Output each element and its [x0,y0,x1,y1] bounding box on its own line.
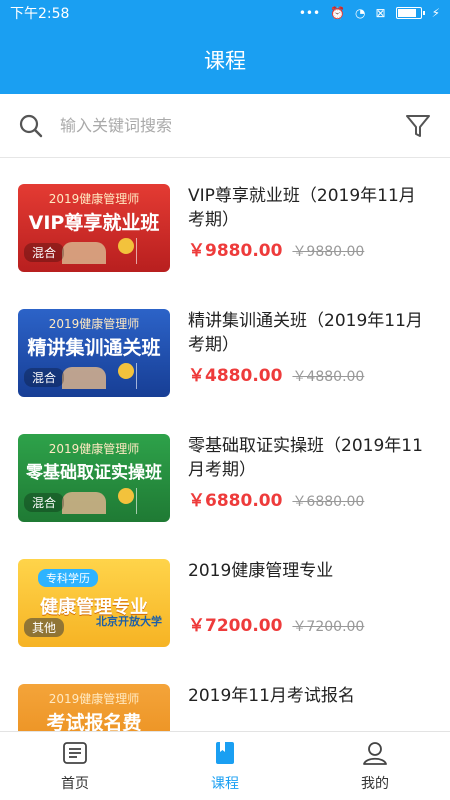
course-title[interactable]: 零基础取证实操班（2019年11月考期） [188,434,432,486]
course-title[interactable]: 2019健康管理专业 [188,559,432,611]
tab-label: 我的 [361,776,389,792]
tab-label: 课程 [211,776,239,792]
thumb-tag: 其他 [24,618,65,637]
alarm-icon: ⏰ [330,6,346,20]
course-item[interactable]: 专科学历 健康管理专业 其他 北京开放大学 2019健康管理专业 ￥7200.0… [0,533,450,658]
status-bar: 下午2:58 ••• ⏰ ◔ ⊠ ⚡ [0,0,450,26]
thumb-school: 北京开放大学 [96,615,162,628]
course-thumbnail[interactable]: 专科学历 健康管理专业 其他 北京开放大学 [18,559,170,647]
charging-icon: ⚡ [431,6,440,20]
course-thumbnail[interactable]: 2019健康管理师 考试报名费 [18,684,170,731]
course-original-price: ￥6880.00 [292,494,365,510]
tab-profile[interactable]: 我的 [300,732,450,800]
people-image [62,492,106,514]
search-icon[interactable] [18,113,44,139]
thumb-title: 精讲集训通关班 [27,337,161,359]
new-badge-icon [118,363,134,379]
wifi-icon: ◔ [355,6,366,20]
new-badge-icon [118,238,134,254]
bottom-tab-bar: 首页 课程 我的 [0,731,450,800]
course-thumbnail[interactable]: 2019健康管理师 零基础取证实操班 混合 [18,434,170,522]
course-price: ￥6880.00 [188,491,283,511]
page-title: 课程 [204,49,246,73]
search-input[interactable] [60,116,404,135]
course-price: ￥7200.00 [188,616,283,636]
course-item[interactable]: 2019健康管理师 零基础取证实操班 混合 零基础取证实操班（2019年11月考… [0,408,450,533]
course-item[interactable]: 2019健康管理师 VIP尊享就业班 混合 VIP尊享就业班（2019年11月考… [0,158,450,283]
course-list[interactable]: 2019健康管理师 VIP尊享就业班 混合 VIP尊享就业班（2019年11月考… [0,158,450,731]
sim-icon: ⊠ [375,6,386,20]
tab-home[interactable]: 首页 [0,732,150,800]
course-original-price: ￥7200.00 [292,619,365,635]
battery-icon [395,7,425,19]
user-icon [363,742,387,765]
thumb-subtitle: 2019健康管理师 [48,317,140,331]
filter-icon[interactable] [404,112,432,140]
course-item[interactable]: 2019健康管理师 精讲集训通关班 混合 精讲集训通关班（2019年11月考期）… [0,283,450,408]
course-thumbnail[interactable]: 2019健康管理师 精讲集训通关班 混合 [18,309,170,397]
tab-label: 首页 [61,776,89,792]
app-bar: 课程 [0,26,450,94]
people-image [62,367,106,389]
book-icon [216,742,234,764]
course-price: ￥9880.00 [188,241,283,261]
people-image [62,242,106,264]
course-title[interactable]: VIP尊享就业班（2019年11月考期） [188,184,432,236]
course-title[interactable]: 2019年11月考试报名 [188,684,432,731]
thumb-tag: 混合 [24,368,65,387]
feature-list-graphic [136,363,164,389]
dots-icon: ••• [298,6,321,20]
thumb-subtitle: 2019健康管理师 [48,692,140,706]
course-thumbnail[interactable]: 2019健康管理师 VIP尊享就业班 混合 [18,184,170,272]
feature-list-graphic [136,238,164,264]
home-list-icon [63,742,87,764]
course-original-price: ￥9880.00 [292,244,365,260]
search-bar [0,94,450,158]
course-item[interactable]: 2019健康管理师 考试报名费 2019年11月考试报名 [0,658,450,731]
thumb-subtitle: 2019健康管理师 [48,192,140,206]
thumb-subtitle: 2019健康管理师 [48,442,140,456]
status-icons: ••• ⏰ ◔ ⊠ ⚡ [299,6,440,20]
thumb-tag: 混合 [24,243,65,262]
course-price: ￥4880.00 [188,366,283,386]
thumb-title: VIP尊享就业班 [28,212,160,234]
thumb-title: 零基础取证实操班 [26,463,162,483]
thumb-tag: 混合 [24,493,65,512]
course-original-price: ￥4880.00 [292,369,365,385]
course-title[interactable]: 精讲集训通关班（2019年11月考期） [188,309,432,361]
feature-list-graphic [136,488,164,514]
tab-courses[interactable]: 课程 [150,732,300,800]
thumb-title: 考试报名费 [46,712,142,731]
new-badge-icon [118,488,134,504]
thumb-chip: 专科学历 [38,569,98,587]
status-time: 下午2:58 [10,6,70,22]
